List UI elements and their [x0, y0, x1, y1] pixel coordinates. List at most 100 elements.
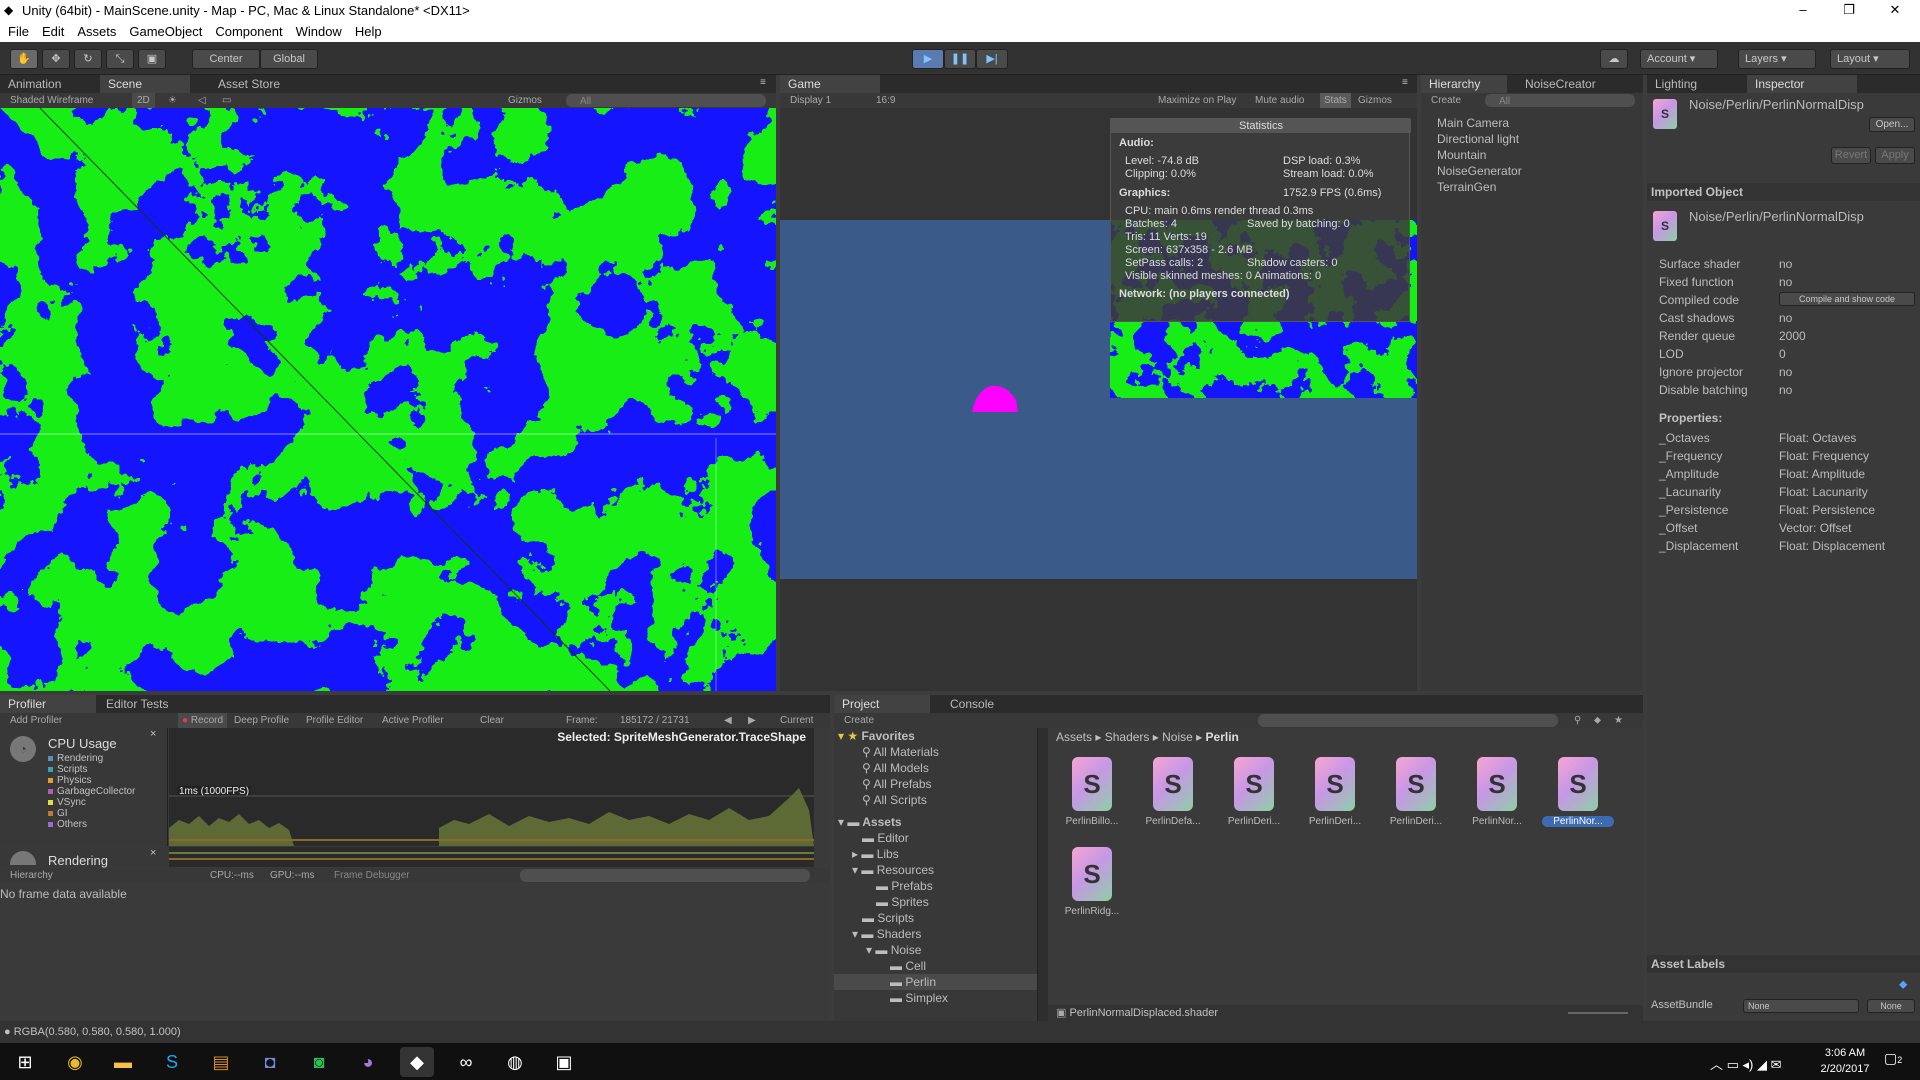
icon-size-slider[interactable] — [1568, 1012, 1628, 1014]
hierarchy-item-main-camera[interactable]: Main Camera — [1437, 115, 1522, 131]
label-tag-icon[interactable]: ⬥ — [1899, 977, 1907, 992]
prev-frame-icon[interactable]: ◀ — [724, 713, 732, 728]
assetbundle-variant-dropdown[interactable]: None — [1867, 999, 1915, 1013]
asset-tile[interactable]: S PerlinNor... — [1461, 757, 1533, 839]
tab-console[interactable]: Console — [942, 695, 1002, 713]
taskbar-clock[interactable]: 3:06 AM 2/20/2017 — [1810, 1045, 1880, 1077]
tab-project[interactable]: Project — [834, 695, 930, 713]
audio-toggle-icon[interactable]: ◁ — [198, 93, 206, 108]
game-view-canvas[interactable]: Statistics Audio: Level: -74.8 dB Clippi… — [780, 108, 1417, 691]
folder-scripts[interactable]: ▬ Scripts — [834, 910, 1037, 926]
line-icon[interactable]: ◙ — [302, 1047, 336, 1077]
shading-mode-dropdown[interactable]: Shaded Wireframe — [10, 93, 93, 108]
minimize-button[interactable]: – — [1780, 0, 1826, 22]
current-frame-button[interactable]: Current — [780, 713, 813, 728]
favorites-header[interactable]: ▾ ★ Favorites — [834, 728, 1037, 744]
visual-studio-icon[interactable]: ∞ — [449, 1047, 483, 1077]
system-tray-icons[interactable]: ︿ ▭ ◂) ◢ ✉ — [1710, 1054, 1781, 1073]
pivot-global-button[interactable]: Global — [260, 49, 318, 69]
skype-icon[interactable]: S — [155, 1047, 189, 1077]
rendering-graph[interactable] — [169, 847, 814, 867]
tab-scene[interactable]: Scene — [100, 75, 190, 93]
github-desktop-icon[interactable]: ◕ — [351, 1047, 385, 1077]
deep-profile-toggle[interactable]: Deep Profile — [234, 713, 289, 728]
legend-item[interactable]: GarbageCollector — [48, 786, 135, 797]
breadcrumb-item[interactable]: Perlin — [1206, 730, 1239, 744]
close-module-icon[interactable]: × — [150, 847, 156, 859]
menu-edit[interactable]: Edit — [34, 22, 69, 39]
add-profiler-dropdown[interactable]: Add Profiler — [10, 713, 62, 728]
next-frame-icon[interactable]: ▶ — [748, 713, 756, 728]
profiler-search-input[interactable] — [520, 869, 810, 882]
folder-cell[interactable]: ▬ Cell — [834, 958, 1037, 974]
clear-button[interactable]: Clear — [480, 713, 504, 728]
compile-show-code-button[interactable]: Compile and show code — [1779, 292, 1915, 306]
tab-asset-store[interactable]: Asset Store — [210, 75, 288, 93]
scene-search-input[interactable]: All — [566, 94, 766, 107]
display-dropdown[interactable]: Display 1 — [790, 93, 831, 108]
close-button[interactable]: ✕ — [1872, 0, 1918, 22]
menu-help[interactable]: Help — [347, 22, 387, 39]
hierarchy-item-noisegenerator[interactable]: NoiseGenerator — [1437, 163, 1522, 179]
legend-item[interactable]: VSync — [48, 797, 135, 808]
discord-icon[interactable]: ◘ — [253, 1047, 287, 1077]
filter-type-icon[interactable]: ⚲ — [1574, 713, 1581, 728]
rotate-tool-icon[interactable]: ↻ — [74, 49, 102, 69]
tab-lighting[interactable]: Lighting — [1647, 75, 1705, 93]
asset-tile[interactable]: S PerlinBillo... — [1056, 757, 1128, 839]
cloud-icon[interactable]: ☁ — [1600, 49, 1628, 69]
tab-noisecreator[interactable]: NoiseCreator — [1517, 75, 1604, 93]
asset-tile[interactable]: S PerlinDeri... — [1380, 757, 1452, 839]
pivot-center-button[interactable]: Center — [192, 49, 260, 69]
legend-item[interactable]: Physics — [48, 775, 135, 786]
legend-item[interactable]: Scripts — [48, 764, 135, 775]
apply-button[interactable]: Apply — [1875, 147, 1915, 164]
cpu-usage-graph[interactable]: Selected: SpriteMeshGenerator.TraceShape… — [169, 728, 814, 846]
favorite-item[interactable]: ⚲ All Scripts — [834, 792, 1037, 808]
folder-perlin[interactable]: ▬ Perlin — [834, 974, 1037, 990]
open-button[interactable]: Open... — [1869, 117, 1915, 132]
legend-item[interactable]: Rendering — [48, 753, 135, 764]
folder-resources[interactable]: ▾ ▬ Resources — [834, 862, 1037, 878]
step-button[interactable]: ▶| — [976, 49, 1008, 69]
folder-noise[interactable]: ▾ ▬ Noise — [834, 942, 1037, 958]
favorite-item[interactable]: ⚲ All Materials — [834, 744, 1037, 760]
file-explorer-icon[interactable]: ▬ — [106, 1047, 140, 1077]
frame-debugger-button[interactable]: Frame Debugger — [334, 868, 410, 883]
hierarchy-item-directional-light[interactable]: Directional light — [1437, 131, 1522, 147]
scene-view-canvas[interactable] — [0, 108, 776, 691]
mute-audio-toggle[interactable]: Mute audio — [1255, 93, 1304, 108]
action-center-icon[interactable]: ▢2 — [1884, 1050, 1902, 1067]
maximize-on-play-toggle[interactable]: Maximize on Play — [1158, 93, 1236, 108]
revert-button[interactable]: Revert — [1831, 147, 1871, 164]
folder-prefabs[interactable]: ▬ Prefabs — [834, 878, 1037, 894]
panel-menu-icon[interactable]: ≡ — [760, 77, 766, 88]
asset-tile[interactable]: S PerlinRidg... — [1056, 847, 1128, 929]
app-icon[interactable]: ◍ — [498, 1047, 532, 1077]
breadcrumb-item[interactable]: Noise — [1162, 730, 1193, 744]
breadcrumb-item[interactable]: Shaders — [1105, 730, 1150, 744]
tab-game[interactable]: Game — [780, 75, 880, 93]
move-tool-icon[interactable]: ✥ — [42, 49, 70, 69]
layout-dropdown[interactable]: Layout ▾ — [1830, 49, 1910, 69]
assets-root-folder[interactable]: ▾ ▬ Assets — [834, 814, 1037, 830]
hierarchy-item-terraingen[interactable]: TerrainGen — [1437, 179, 1522, 195]
2d-toggle[interactable]: 2D — [132, 93, 155, 108]
gizmos-dropdown[interactable]: Gizmos — [508, 93, 542, 108]
folder-libs[interactable]: ▸ ▬ Libs — [834, 846, 1037, 862]
asset-tile[interactable]: S PerlinDeri... — [1299, 757, 1371, 839]
asset-tile[interactable]: S PerlinDefa... — [1137, 757, 1209, 839]
tab-editor-tests[interactable]: Editor Tests — [98, 695, 176, 713]
app-icon[interactable]: ▣ — [547, 1047, 581, 1077]
folder-editor[interactable]: ▬ Editor — [834, 830, 1037, 846]
gizmos-dropdown[interactable]: Gizmos — [1358, 93, 1392, 108]
asset-tile-selected[interactable]: S PerlinNor... — [1542, 757, 1614, 839]
layers-dropdown[interactable]: Layers ▾ — [1738, 49, 1816, 69]
assetbundle-dropdown[interactable]: None — [1743, 999, 1859, 1013]
menu-gameobject[interactable]: GameObject — [121, 22, 207, 39]
breadcrumb-item[interactable]: Assets — [1056, 730, 1092, 744]
scale-tool-icon[interactable]: ⤡ — [106, 49, 134, 69]
favorite-item[interactable]: ⚲ All Prefabs — [834, 776, 1037, 792]
project-create-dropdown[interactable]: Create — [844, 713, 874, 728]
menu-file[interactable]: File — [0, 22, 34, 39]
